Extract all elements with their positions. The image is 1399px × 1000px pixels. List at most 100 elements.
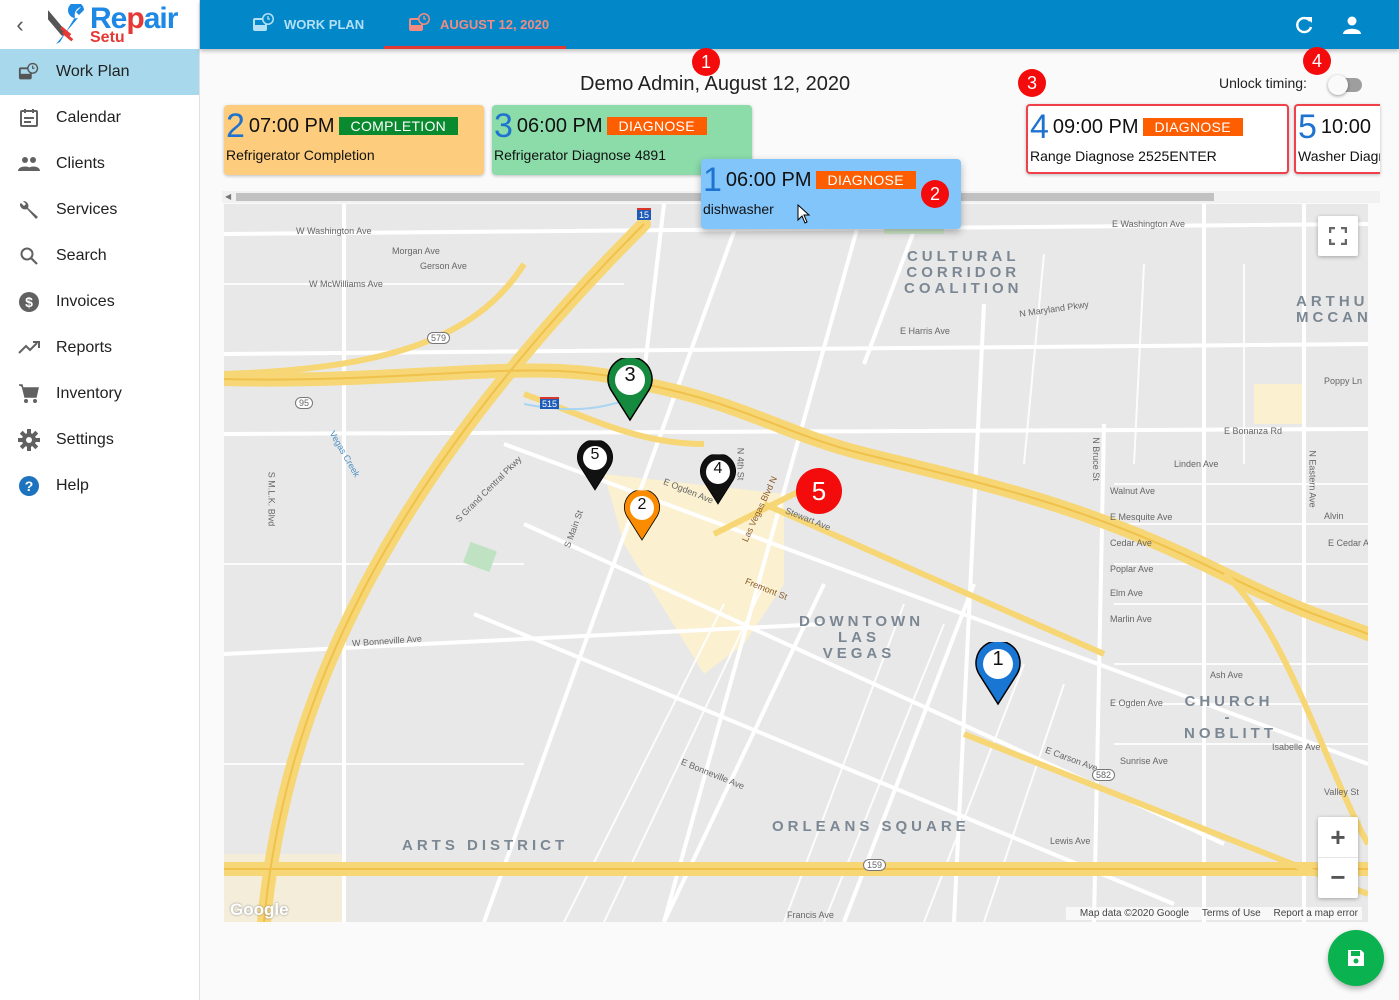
top-app-bar: WORK PLAN AUGUST 12, 2020 — [200, 0, 1399, 49]
active-tab-indicator — [384, 46, 566, 49]
sidebar-item-help[interactable]: ? Help — [0, 463, 199, 509]
tab-august-12-2020[interactable]: AUGUST 12, 2020 — [408, 0, 549, 49]
street-label: W McWilliams Ave — [309, 279, 383, 289]
street-label: Lewis Ave — [1050, 836, 1091, 846]
sidebar-item-services[interactable]: Services — [0, 187, 199, 233]
cart-icon — [18, 383, 40, 405]
annotation-badge-4: 4 — [1303, 47, 1331, 75]
fullscreen-icon — [1329, 227, 1347, 245]
street-label: N Eastern Ave — [1307, 450, 1318, 508]
job-description: Refrigerator Completion — [226, 147, 375, 163]
job-description: Range Diagnose 2525ENTER — [1030, 148, 1217, 164]
street-label: E Harris Ave — [900, 326, 950, 336]
sidebar-item-search[interactable]: Search — [0, 233, 199, 279]
dollar-icon: $ — [18, 291, 40, 313]
sidebar-item-label: Settings — [56, 431, 114, 448]
street-label: Elm Ave — [1110, 588, 1143, 598]
highway-shield: 95 — [295, 397, 314, 409]
street-label: Linden Ave — [1174, 459, 1219, 469]
scroll-left-arrow-icon[interactable]: ◀ — [225, 192, 231, 201]
account-button[interactable] — [1339, 12, 1365, 38]
street-label: E Bonanza Rd — [1224, 426, 1283, 436]
street-label: Marlin Ave — [1110, 614, 1152, 624]
sidebar-item-label: Reports — [56, 339, 113, 356]
google-logo: Google — [230, 900, 289, 919]
annotation-badge-5: 5 — [796, 468, 842, 514]
sidebar-item-reports[interactable]: Reports — [0, 325, 199, 371]
sidebar-item-label: Invoices — [56, 293, 115, 310]
terms-of-use-link[interactable]: Terms of Use — [1202, 908, 1261, 919]
sidebar-item-calendar[interactable]: Calendar — [0, 95, 199, 141]
street-label: W Washington Ave — [296, 226, 372, 236]
people-icon — [18, 153, 40, 175]
refresh-button[interactable] — [1291, 12, 1317, 38]
street-label: Valley St — [1324, 787, 1359, 797]
sidebar-item-invoices[interactable]: $ Invoices — [0, 279, 199, 325]
street-label: Ash Ave — [1210, 670, 1243, 680]
street-label: Morgan Ave — [392, 246, 440, 256]
pin-number: 1 — [992, 648, 1004, 670]
street-label: Walnut Ave — [1110, 486, 1156, 496]
job-card[interactable]: 4 09:00 PM DIAGNOSE Range Diagnose 2525ENT… — [1026, 104, 1289, 174]
map-pin-1[interactable]: 1 — [973, 640, 1023, 706]
pin-number: 3 — [624, 364, 636, 386]
map-area-label: DOWNTOWN LAS VEGAS — [799, 613, 925, 662]
mouse-cursor-icon — [797, 204, 811, 224]
tab-label: WORK PLAN — [284, 17, 365, 32]
street-label: Isabelle Ave — [1272, 742, 1321, 752]
highway-shield: 582 — [1092, 769, 1116, 781]
collapse-sidebar-button[interactable]: ‹ — [0, 0, 40, 49]
map-pin-5[interactable]: 5 — [575, 439, 615, 491]
highway-shield: 515 — [540, 397, 560, 409]
job-type-tag: DIAGNOSE — [1142, 118, 1243, 136]
save-icon — [1348, 950, 1364, 966]
map-pin-4[interactable]: 4 — [698, 453, 738, 505]
job-description: Washer Diagr — [1298, 148, 1380, 164]
sidebar-item-settings[interactable]: Settings — [0, 417, 199, 463]
zoom-in-button[interactable]: + — [1318, 818, 1358, 858]
sidebar-item-clients[interactable]: Clients — [0, 141, 199, 187]
fullscreen-button[interactable] — [1318, 216, 1358, 256]
job-time: 07:00 PM — [248, 114, 335, 137]
tab-work-plan[interactable]: WORK PLAN — [252, 0, 364, 49]
unlock-timing-label: Unlock timing: — [1219, 75, 1307, 91]
wrench-logo-icon — [48, 4, 84, 44]
report-map-error-link[interactable]: Report a map error — [1274, 908, 1358, 919]
street-label: E Mesquite Ave — [1110, 512, 1173, 522]
job-type-tag: DIAGNOSE — [606, 117, 707, 135]
save-button[interactable] — [1328, 930, 1384, 986]
map[interactable]: CULTURALCORRIDORCOALITION ARTHUMCCANT DO… — [224, 204, 1368, 922]
street-label: N Bruce St — [1090, 437, 1101, 481]
calendar-icon — [18, 107, 40, 129]
zoom-out-button[interactable]: − — [1318, 858, 1358, 898]
annotation-badge-2: 2 — [921, 180, 949, 208]
highway-shield: 15 — [637, 208, 652, 220]
sidebar-item-label: Help — [56, 477, 89, 494]
street-label: Poplar Ave — [1110, 564, 1154, 574]
street-label: S M.L.K. Blvd — [266, 471, 277, 527]
sidebar: ‹ Repair Setu Work Plan Calendar Clients… — [0, 0, 200, 1000]
map-area-label: CHURCH - NOBLITT — [1184, 693, 1277, 742]
map-pin-3[interactable]: 3 — [605, 356, 655, 422]
wrench-icon — [18, 199, 40, 221]
map-area-label: ARTS DISTRICT — [402, 837, 569, 854]
job-time: 06:00 PM — [725, 168, 812, 191]
job-card[interactable]: 5 10:00 Washer Diagr — [1294, 104, 1380, 174]
unlock-timing-toggle[interactable] — [1328, 75, 1364, 95]
refresh-icon — [1296, 16, 1313, 34]
sidebar-item-work-plan[interactable]: Work Plan — [0, 49, 199, 95]
sidebar-item-label: Calendar — [56, 109, 121, 126]
person-icon — [1343, 16, 1361, 34]
highway-shield: 159 — [863, 859, 887, 871]
job-card[interactable]: 2 07:00 PM COMPLETION Refrigerator Complet… — [224, 105, 484, 175]
annotation-badge-1: 1 — [692, 48, 720, 76]
toggle-knob — [1328, 75, 1348, 95]
street-label: E Washington Ave — [1112, 219, 1186, 229]
gear-icon — [18, 429, 40, 451]
map-pin-2[interactable]: 2 — [622, 489, 662, 541]
map-area-label: ARTHUMCCANT — [1296, 293, 1368, 326]
pin-number: 5 — [590, 445, 600, 463]
sidebar-item-inventory[interactable]: Inventory — [0, 371, 199, 417]
pin-number: 2 — [637, 495, 647, 513]
tab-label: AUGUST 12, 2020 — [440, 17, 550, 32]
